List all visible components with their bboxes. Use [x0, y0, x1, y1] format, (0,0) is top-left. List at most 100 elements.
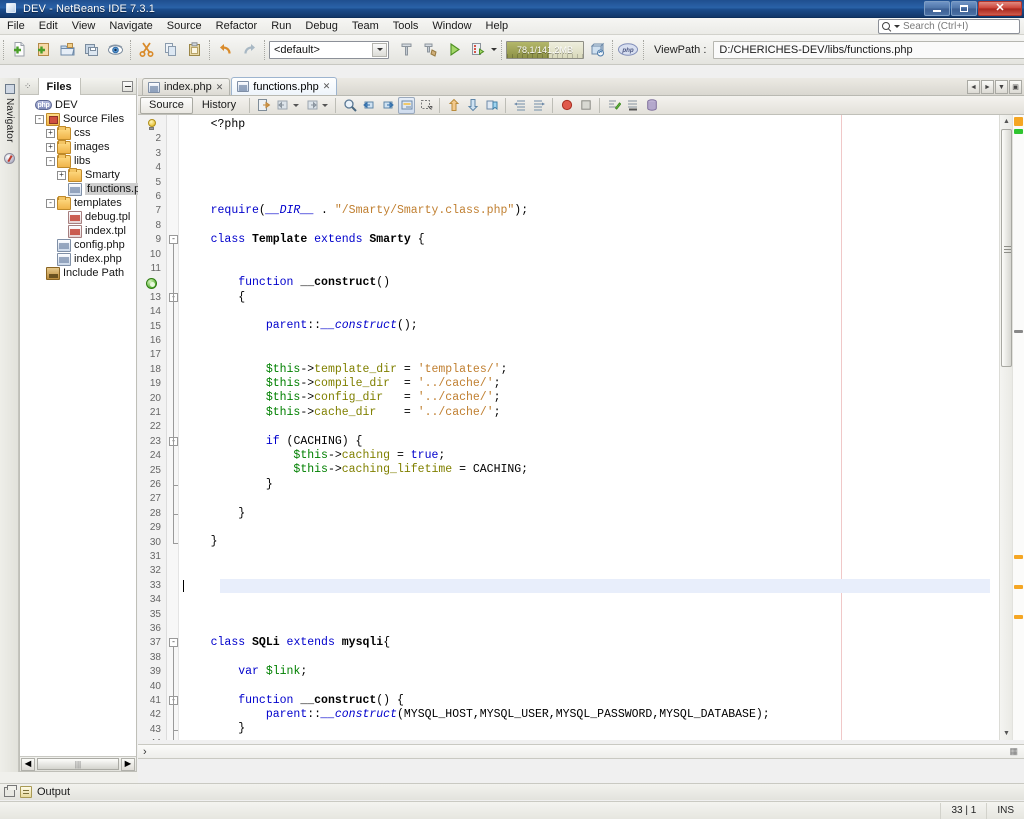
menu-help[interactable]: Help: [479, 18, 516, 34]
code-line[interactable]: [179, 650, 1007, 664]
menu-refactor[interactable]: Refactor: [209, 18, 265, 34]
scroll-tabs-right-button[interactable]: ►: [981, 80, 994, 94]
tree-item-index-php[interactable]: index.php: [22, 252, 136, 266]
clean-build-button[interactable]: [419, 39, 441, 61]
code-line[interactable]: [179, 161, 1007, 175]
menu-debug[interactable]: Debug: [298, 18, 344, 34]
forward-button[interactable]: [303, 97, 320, 114]
close-icon[interactable]: ✕: [216, 82, 224, 93]
debug-project-button[interactable]: [467, 39, 489, 61]
error-stripe-mark[interactable]: [1014, 555, 1023, 559]
memory-gauge[interactable]: 78,1/141,2MB: [506, 40, 584, 59]
collapse-toggle-icon[interactable]: -: [46, 156, 55, 166]
expand-toggle-icon[interactable]: +: [57, 170, 66, 180]
lightbulb-hint-icon[interactable]: [146, 119, 157, 131]
error-stripe-mark[interactable]: [1014, 615, 1023, 619]
code-line[interactable]: [179, 550, 1007, 564]
error-stripe-mark[interactable]: [1014, 129, 1023, 134]
collapse-toggle-icon[interactable]: -: [46, 198, 55, 208]
code-editor[interactable]: 2 3 4 5 6 7 8 9 10 11 13 14 15 16 17 18 19 20 21 22 23 24 25 26…: [138, 115, 1024, 740]
code-line[interactable]: require(__DIR__ . "/Smarty/Smarty.class.…: [179, 204, 1007, 218]
code-line[interactable]: [179, 521, 1007, 535]
find-selection-button[interactable]: [341, 97, 358, 114]
tab-output[interactable]: Output: [37, 786, 70, 798]
restore-button[interactable]: [951, 1, 977, 16]
chevron-down-icon[interactable]: [894, 25, 900, 28]
code-line[interactable]: [179, 262, 1007, 276]
new-file-button[interactable]: [8, 39, 30, 61]
viewpath-field[interactable]: D:/CHERICHES-DEV/libs/functions.php: [713, 40, 1024, 59]
code-line[interactable]: parent::__construct(MYSQL_HOST,MYSQL_USE…: [179, 708, 1007, 722]
code-line[interactable]: [179, 579, 1007, 593]
code-folding-column[interactable]: -----: [167, 115, 179, 740]
dock-icon[interactable]: [4, 785, 17, 797]
toggle-bookmark-button[interactable]: [483, 97, 500, 114]
php-platform-button[interactable]: php: [617, 39, 639, 61]
breadcrumb[interactable]: › ▦: [138, 744, 1024, 759]
code-line[interactable]: [179, 219, 1007, 233]
open-project-button[interactable]: [56, 39, 78, 61]
tab-history[interactable]: History: [193, 97, 245, 114]
tree-item-debug-tpl[interactable]: debug.tpl: [22, 210, 136, 224]
find-previous-button[interactable]: [360, 97, 377, 114]
menu-run[interactable]: Run: [264, 18, 298, 34]
comment-button[interactable]: [605, 97, 622, 114]
build-button[interactable]: [395, 39, 417, 61]
code-line[interactable]: [179, 334, 1007, 348]
uncomment-button[interactable]: [624, 97, 641, 114]
code-line[interactable]: var $link;: [179, 665, 1007, 679]
vscroll-thumb[interactable]: [1001, 129, 1012, 367]
menu-file[interactable]: File: [0, 18, 32, 34]
code-line[interactable]: $this->template_dir = 'templates/';: [179, 363, 1007, 377]
expand-toggle-icon[interactable]: +: [46, 142, 55, 152]
code-line[interactable]: [179, 607, 1007, 621]
code-line[interactable]: <?php: [179, 118, 1007, 132]
debug-dropdown-chevron-down-icon[interactable]: [491, 48, 497, 51]
menu-team[interactable]: Team: [345, 18, 386, 34]
error-stripe-mark[interactable]: [1014, 585, 1023, 589]
code-line[interactable]: function __construct() {: [179, 694, 1007, 708]
code-line[interactable]: parent::__construct();: [179, 319, 1007, 333]
code-line[interactable]: [179, 622, 1007, 636]
line-number-gutter[interactable]: 2 3 4 5 6 7 8 9 10 11 13 14 15 16 17 18 19 20 21 22 23 24 25 26…: [138, 115, 167, 740]
close-icon[interactable]: ✕: [323, 81, 331, 92]
tab-list-button[interactable]: ▼: [995, 80, 1008, 94]
code-line[interactable]: {: [179, 291, 1007, 305]
tree-item-config-php[interactable]: config.php: [22, 238, 136, 252]
sidebar-item-navigator[interactable]: Navigator: [1, 80, 18, 149]
tree-item-dev[interactable]: php DEV: [22, 98, 136, 112]
code-line[interactable]: $this->caching_lifetime = CACHING;: [179, 463, 1007, 477]
editor-tab-functions-php[interactable]: functions.php ✕: [231, 77, 338, 95]
files-panel-hscrollbar[interactable]: ◄ ||| ►: [20, 756, 136, 771]
last-edit-button[interactable]: [255, 97, 272, 114]
forward-dropdown-chevron-down-icon[interactable]: [322, 103, 329, 107]
minimize-button[interactable]: [924, 1, 950, 16]
hscroll-thumb[interactable]: |||: [37, 758, 119, 770]
new-project-button[interactable]: [32, 39, 54, 61]
code-line[interactable]: [179, 176, 1007, 190]
code-line[interactable]: [179, 305, 1007, 319]
code-line[interactable]: }: [179, 478, 1007, 492]
shift-right-button[interactable]: [530, 97, 547, 114]
menu-tools[interactable]: Tools: [386, 18, 426, 34]
toggle-rectangular-selection-button[interactable]: [417, 97, 434, 114]
code-line[interactable]: class Template extends Smarty {: [179, 233, 1007, 247]
error-stripe[interactable]: [1012, 115, 1024, 740]
code-line[interactable]: $this->caching = true;: [179, 449, 1007, 463]
close-button[interactable]: ✕: [978, 1, 1022, 16]
redo-button[interactable]: [238, 39, 260, 61]
copy-button[interactable]: [159, 39, 181, 61]
resize-grip-icon[interactable]: ▦: [1009, 746, 1018, 757]
code-line[interactable]: }: [179, 535, 1007, 549]
sidebar-item-services[interactable]: [1, 151, 18, 170]
code-line[interactable]: [179, 147, 1007, 161]
menu-navigate[interactable]: Navigate: [102, 18, 159, 34]
toggle-breakpoint-button[interactable]: [558, 97, 575, 114]
code-line[interactable]: [179, 564, 1007, 578]
overrides-method-icon[interactable]: [146, 277, 157, 289]
project-configuration-combo[interactable]: <default>: [269, 40, 389, 59]
expand-toggle-icon[interactable]: +: [46, 128, 55, 138]
garbage-collect-button[interactable]: [586, 39, 608, 61]
cut-button[interactable]: [135, 39, 157, 61]
fold-toggle-icon[interactable]: -: [169, 638, 178, 648]
